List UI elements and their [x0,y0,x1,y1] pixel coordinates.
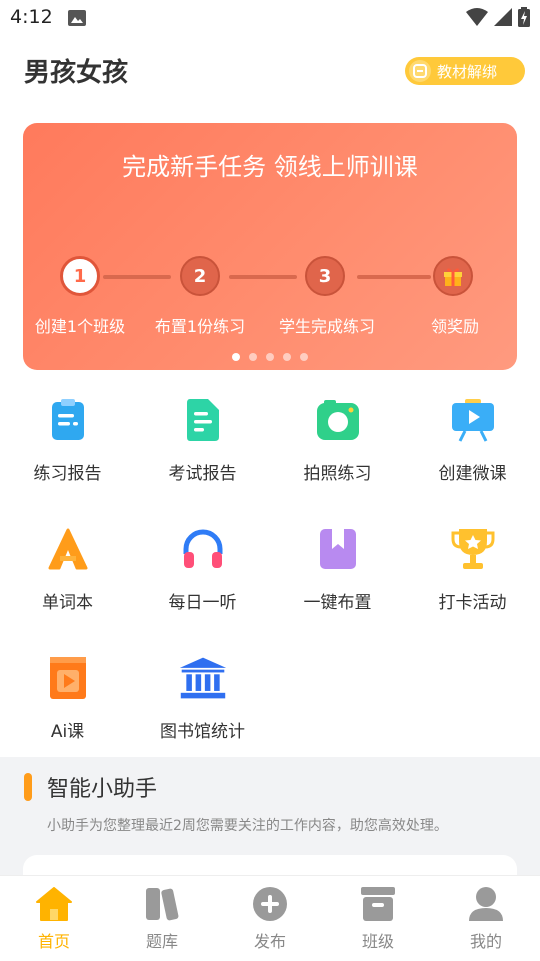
section-accent-bar [24,773,32,801]
nav-item-question-bank[interactable]: 题库 [108,886,216,952]
class-box-icon [360,886,396,922]
textbook-icon [409,60,431,82]
nav-item-publish[interactable]: 发布 [216,886,324,952]
grid-item-ai-class[interactable]: Ai课 [0,653,135,742]
carousel-dot[interactable] [300,353,308,361]
grid-item-exam-report[interactable]: 考试报告 [135,395,270,484]
grid-label: 考试报告 [168,464,237,484]
grid-item-one-click-assign[interactable]: 一键布置 [270,524,405,613]
grid-label: 每日一听 [168,593,237,613]
step-connector [357,275,431,279]
library-icon [178,653,228,703]
nav-label: 题库 [145,932,178,951]
letter-a-icon [43,524,93,574]
play-book-icon [43,653,93,703]
carousel-indicator [23,353,517,361]
step-2-label: 布置1份练习 [154,317,246,336]
battery-icon [518,7,530,27]
nav-label: 班级 [361,932,394,951]
photo-notification-icon [68,10,86,26]
step-3-circle: 3 [305,256,345,296]
assistant-subtitle: 小助手为您整理最近2周您需要关注的工作内容，助您高效处理。 [47,818,448,834]
home-icon [36,886,72,922]
grid-label: 图书馆统计 [160,722,245,742]
camera-icon [313,395,363,445]
grid-label: 创建微课 [438,464,507,484]
grid-item-daily-listening[interactable]: 每日一听 [135,524,270,613]
gift-step-circle [433,256,473,296]
wifi-icon [466,8,488,26]
step-connector [229,275,297,279]
signal-icon [494,8,512,26]
status-bar: 4:12 [0,0,540,36]
nav-item-mine[interactable]: 我的 [432,886,540,952]
plus-circle-icon [252,886,288,922]
grid-label: 练习报告 [33,464,102,484]
gift-icon [444,268,462,286]
newbie-task-banner[interactable]: 完成新手任务 领线上师训课 1 2 3 创建1个班级 布置1份练习 学生完成练习… [23,123,517,370]
grid-item-create-microclass[interactable]: 创建微课 [405,395,540,484]
assistant-title: 智能小助手 [47,777,158,802]
bookmark-book-icon [313,524,363,574]
step-3-label: 学生完成练习 [278,317,375,336]
headphones-icon [178,524,228,574]
step-1-label: 创建1个班级 [34,317,126,336]
banner-title: 完成新手任务 领线上师训课 [122,153,418,181]
document-icon [178,395,228,445]
step-1-circle: 1 [60,256,100,296]
step-connector [103,275,171,279]
books-icon [144,886,180,922]
grid-label: 单词本 [42,593,93,613]
page-title: 男孩女孩 [24,58,129,88]
person-icon [468,886,504,922]
nav-label: 发布 [253,932,286,951]
carousel-dot[interactable] [232,353,240,361]
nav-label: 首页 [37,932,70,951]
grid-label: 打卡活动 [438,593,507,613]
nav-item-home[interactable]: 首页 [0,886,108,952]
grid-item-checkin-activity[interactable]: 打卡活动 [405,524,540,613]
carousel-dot[interactable] [266,353,274,361]
carousel-dot[interactable] [249,353,257,361]
grid-label: 一键布置 [303,593,372,613]
carousel-dot[interactable] [283,353,291,361]
step-2-circle: 2 [180,256,220,296]
video-board-icon [448,395,498,445]
grid-label: Ai课 [50,722,85,742]
grid-item-library-stats[interactable]: 图书馆统计 [135,653,270,742]
grid-item-photo-practice[interactable]: 拍照练习 [270,395,405,484]
grid-item-wordbook[interactable]: 单词本 [0,524,135,613]
bottom-nav: 首页 题库 发布 班级 我的 [0,875,540,961]
status-time: 4:12 [10,6,53,28]
unbind-textbook-label: 教材解绑 [437,62,498,81]
unbind-textbook-button[interactable]: 教材解绑 [405,57,525,85]
grid-item-practice-report[interactable]: 练习报告 [0,395,135,484]
clipboard-icon [43,395,93,445]
grid-label: 拍照练习 [303,464,372,484]
trophy-icon [448,524,498,574]
nav-item-class[interactable]: 班级 [324,886,432,952]
nav-label: 我的 [469,932,502,951]
step-4-label: 领奖励 [430,317,479,336]
